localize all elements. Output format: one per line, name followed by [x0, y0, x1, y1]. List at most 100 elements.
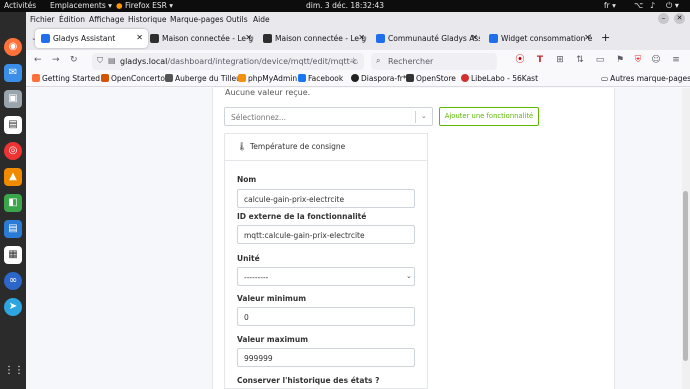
openstore-icon: [406, 74, 414, 82]
libreoffice-draw-icon[interactable]: ◧: [4, 194, 22, 212]
feature-type-select[interactable]: Sélectionnez... ⌄: [224, 107, 433, 126]
grid-icon[interactable]: ⊞: [554, 54, 566, 66]
bookmark-facebook[interactable]: Facebook: [298, 74, 343, 83]
tab-title: Maison connectée - Le gu: [275, 34, 367, 43]
menu-fichier[interactable]: Fichier: [30, 15, 55, 24]
vlc-icon[interactable]: ▲: [4, 168, 22, 186]
activities-button[interactable]: Activités: [4, 1, 36, 10]
url-bar[interactable]: ⛉ ▤ gladys.local/dashboard/integration/d…: [92, 53, 364, 70]
download-icon[interactable]: ▭: [594, 54, 606, 66]
menu-outils[interactable]: Outils: [226, 15, 248, 24]
hamburger-menu-icon[interactable]: ≡: [670, 54, 682, 66]
tab-maison-1[interactable]: Maison connectée - Le gu ✕: [144, 29, 257, 48]
name-input[interactable]: calcule-gain-prix-electrcite: [237, 189, 415, 208]
tab-maison-2[interactable]: Maison connectée - Le gu ✕: [257, 29, 370, 48]
libreoffice-writer-icon[interactable]: ▤: [4, 220, 22, 238]
keyboard-layout[interactable]: fr ▾: [604, 1, 616, 10]
extension-icon[interactable]: ⦿: [514, 54, 526, 66]
screenshot-icon[interactable]: ▣: [4, 90, 22, 108]
menu-historique[interactable]: Historique: [128, 15, 166, 24]
bookmark-phpmyadmin[interactable]: phpMyAdmin: [238, 74, 297, 83]
bookmark-libelabo[interactable]: LibeLabo - 56Kast: [461, 74, 538, 83]
forum-favicon: [263, 34, 272, 43]
facebook-icon: [298, 74, 306, 82]
places-label: Emplacements: [50, 1, 106, 10]
help-icon[interactable]: ◎: [4, 142, 22, 160]
unit-select[interactable]: --------- ⌄: [237, 267, 415, 286]
gladys-favicon: [489, 34, 498, 43]
bookmark-openconcerto[interactable]: OpenConcerto: [101, 74, 165, 83]
show-apps-icon[interactable]: ⋮⋮: [4, 362, 24, 380]
bookmark-getting-started[interactable]: Getting Started: [32, 74, 100, 83]
firefox-bookmark-icon: [32, 74, 40, 82]
thermometer-icon: 🌡: [237, 142, 248, 151]
text-editor-icon[interactable]: ▤: [4, 116, 22, 134]
close-tab-icon[interactable]: ✕: [136, 33, 143, 42]
folder-icon: ▭: [601, 74, 609, 83]
max-value-input[interactable]: 999999: [237, 348, 415, 367]
bookmark-label: phpMyAdmin: [248, 74, 298, 83]
thunderbird-icon[interactable]: ✉: [4, 64, 22, 82]
navigation-bar: ← → ↻ ⛉ ▤ gladys.local/dashboard/integra…: [26, 50, 690, 72]
name-label: Nom: [237, 175, 257, 184]
telegram-icon[interactable]: ➤: [4, 298, 22, 316]
places-menu[interactable]: Emplacements ▾: [50, 1, 112, 10]
menu-aide[interactable]: Aide: [253, 15, 270, 24]
flag-icon[interactable]: ⚑: [614, 54, 626, 66]
bookmark-label: OpenConcerto: [111, 74, 165, 83]
shield-icon[interactable]: ⛉: [97, 56, 103, 66]
min-value-label: Valeur minimum: [237, 294, 307, 303]
power-icon[interactable]: ⏻ ▾: [666, 1, 679, 11]
bookmark-star-icon[interactable]: ☆: [350, 56, 357, 65]
ublock-icon[interactable]: ⛨: [632, 54, 644, 66]
bookmark-auberge[interactable]: Auberge du Tilleul: [165, 74, 243, 83]
forward-icon[interactable]: →: [52, 55, 60, 65]
menu-bar: Fichier Édition Affichage Historique Mar…: [26, 12, 690, 27]
external-id-label: ID externe de la fonctionnalité: [237, 212, 367, 221]
pocket-icon[interactable]: ☺: [650, 54, 662, 66]
diaspora-icon: [351, 74, 359, 82]
menu-affichage[interactable]: Affichage: [89, 15, 124, 24]
scrollbar-thumb[interactable]: [683, 191, 688, 361]
bookmark-label: Autres marque-pages: [610, 74, 690, 83]
select-placeholder: Sélectionnez...: [231, 113, 287, 122]
clock[interactable]: dim. 3 déc. 18:32:43: [306, 1, 384, 10]
phpmyadmin-icon: [238, 74, 246, 82]
translate-icon[interactable]: T: [534, 54, 546, 66]
bookmark-openstore[interactable]: OpenStore: [406, 74, 456, 83]
max-value-label: Valeur maximum: [237, 335, 309, 344]
tab-communaute[interactable]: Communauté Gladys Assis ✕: [370, 29, 483, 48]
url-text: gladys.local/dashboard/integration/devic…: [120, 57, 358, 66]
search-icon: ⌕: [376, 56, 381, 65]
sync-icon[interactable]: ⇅: [574, 54, 586, 66]
reload-icon[interactable]: ↻: [70, 55, 78, 65]
minimize-icon[interactable]: –: [658, 13, 669, 24]
close-window-icon[interactable]: ✕: [674, 13, 685, 24]
new-tab-icon[interactable]: +: [601, 31, 610, 44]
bookmark-diaspora[interactable]: Diaspora-fr*: [351, 74, 407, 83]
nextcloud-icon[interactable]: ∞: [4, 272, 22, 290]
close-tab-icon[interactable]: ✕: [471, 33, 478, 42]
tab-gladys[interactable]: Gladys Assistant ✕: [35, 29, 148, 48]
unit-label: Unité: [237, 254, 260, 263]
back-icon[interactable]: ←: [34, 55, 42, 65]
add-feature-button[interactable]: Ajouter une fonctionnalité: [439, 107, 539, 126]
page-info-icon[interactable]: ▤: [108, 56, 116, 65]
menu-marque-pages[interactable]: Marque-pages: [170, 15, 224, 24]
close-tab-icon[interactable]: ✕: [358, 33, 365, 42]
external-id-input[interactable]: mqtt:calcule-gain-prix-electrcite: [237, 225, 415, 244]
volume-icon: ♪: [650, 1, 656, 10]
feature-card-header: 🌡 Température de consigne: [225, 134, 427, 161]
close-tab-icon[interactable]: ✕: [584, 33, 591, 42]
bookmark-other-folder[interactable]: ▭ Autres marque-pages: [601, 74, 690, 83]
search-bar[interactable]: ⌕ Rechercher: [371, 53, 497, 70]
calculator-icon[interactable]: ▦: [4, 246, 22, 264]
menu-edition[interactable]: Édition: [59, 15, 85, 24]
min-value-input[interactable]: 0: [237, 307, 415, 326]
scrollbar[interactable]: [682, 88, 690, 389]
tab-widget[interactable]: Widget consommation él ✕: [483, 29, 596, 48]
close-tab-icon[interactable]: ✕: [245, 33, 252, 42]
libelabo-icon: [461, 74, 469, 82]
app-menu-firefox[interactable]: ● Firefox ESR ▾: [116, 1, 173, 10]
firefox-icon[interactable]: ◉: [4, 38, 22, 56]
